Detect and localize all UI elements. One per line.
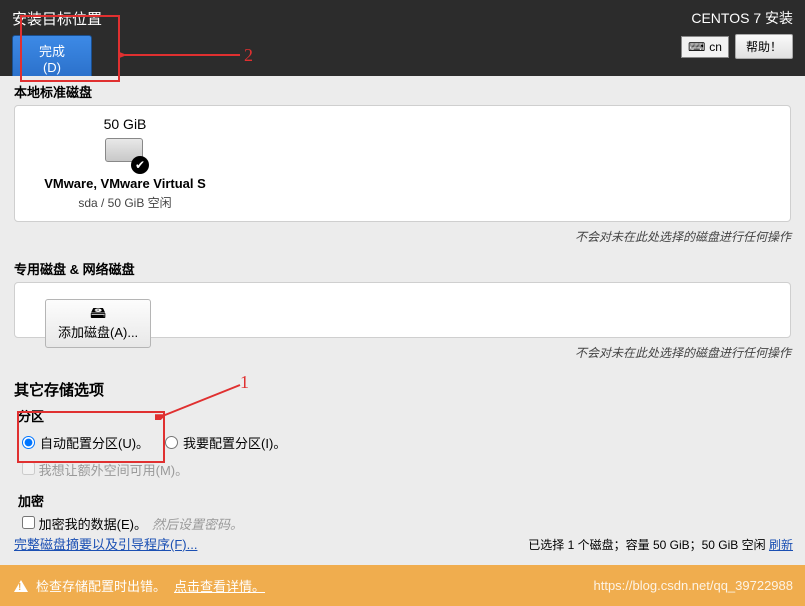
disk-icon: ✔ <box>105 138 145 170</box>
keyboard-indicator[interactable]: cn <box>681 36 729 58</box>
special-disks-label: 专用磁盘 & 网络磁盘 <box>0 253 805 282</box>
manual-partition-input[interactable] <box>165 436 178 449</box>
help-button[interactable]: 帮助！ <box>735 34 793 59</box>
other-storage-title: 其它存储选项 <box>0 369 805 404</box>
warning-icon <box>14 580 28 592</box>
warning-text: 检查存储配置时出错。 <box>36 576 166 595</box>
selected-summary: 已选择 1 个磁盘；容量 50 GiB；50 GiB 空闲 刷新 <box>528 536 793 553</box>
encrypt-checkbox[interactable]: 加密我的数据(E)。 <box>22 514 147 533</box>
done-button[interactable]: 完成(D) <box>12 35 92 81</box>
annotation-number-1: 1 <box>240 372 249 393</box>
warning-link[interactable]: 点击查看详情。 <box>174 576 265 595</box>
check-icon: ✔ <box>131 156 149 174</box>
disk-item[interactable]: 50 GiB ✔ VMware, VMware Virtual S sda / … <box>25 116 225 211</box>
annotation-number-2: 2 <box>244 45 253 66</box>
installer-name: CENTOS 7 安装 <box>691 8 793 28</box>
extra-space-input <box>22 462 35 475</box>
watermark: https://blog.csdn.net/qq_39722988 <box>594 578 794 593</box>
local-disk-container: 50 GiB ✔ VMware, VMware Virtual S sda / … <box>14 105 791 222</box>
encrypt-hint: 然后设置密码。 <box>152 514 243 533</box>
local-disks-label: 本地标准磁盘 <box>0 76 805 105</box>
selected-summary-text: 已选择 1 个磁盘；容量 50 GiB；50 GiB 空闲 <box>528 538 769 552</box>
disk-size: 50 GiB <box>104 116 147 132</box>
partition-label: 分区 <box>0 404 805 427</box>
special-disk-container: 🖴 添加磁盘(A)... <box>14 282 791 338</box>
encrypt-input[interactable] <box>22 516 35 529</box>
page-title: 安装目标位置 <box>12 8 102 29</box>
local-note: 不会对未在此处选择的磁盘进行任何操作 <box>0 222 805 253</box>
auto-partition-radio[interactable]: 自动配置分区(U)。 <box>22 433 149 452</box>
disk-sub: sda / 50 GiB 空闲 <box>78 194 171 211</box>
extra-space-checkbox[interactable]: 我想让额外空间可用(M)。 <box>22 460 188 479</box>
add-disk-label: 添加磁盘(A)... <box>58 322 138 341</box>
add-disk-button[interactable]: 🖴 添加磁盘(A)... <box>45 299 151 348</box>
add-disk-icon: 🖴 <box>90 306 106 322</box>
encrypt-text: 加密我的数据(E)。 <box>39 517 147 532</box>
auto-partition-input[interactable] <box>22 436 35 449</box>
extra-space-text: 我想让额外空间可用(M)。 <box>39 463 189 478</box>
manual-partition-text: 我要配置分区(I)。 <box>183 433 286 452</box>
refresh-link[interactable]: 刷新 <box>769 538 793 552</box>
disk-name: VMware, VMware Virtual S <box>44 176 206 191</box>
disk-summary-link[interactable]: 完整磁盘摘要以及引导程序(F)... <box>0 534 211 553</box>
auto-partition-text: 自动配置分区(U)。 <box>40 433 149 452</box>
manual-partition-radio[interactable]: 我要配置分区(I)。 <box>165 433 286 452</box>
warning-bar: 检查存储配置时出错。 点击查看详情。 https://blog.csdn.net… <box>0 565 805 606</box>
encrypt-label: 加密 <box>0 489 805 512</box>
